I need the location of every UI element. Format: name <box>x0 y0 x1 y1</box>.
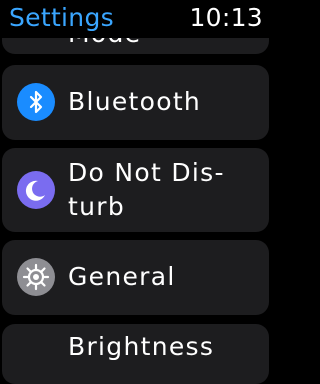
clock-time: 10:13 <box>189 3 263 32</box>
settings-list: Mode Bluetooth Do Not Dis- turb <box>0 0 272 384</box>
settings-row-brightness[interactable]: Brightness <box>2 324 269 384</box>
settings-row-do-not-disturb-label: Do Not Dis- turb <box>68 158 225 221</box>
status-bar: Settings 10:13 <box>0 0 272 38</box>
settings-row-brightness-label: Brightness <box>68 332 215 361</box>
settings-row-bluetooth-label: Bluetooth <box>68 87 202 116</box>
settings-row-do-not-disturb[interactable]: Do Not Dis- turb <box>2 148 269 232</box>
settings-row-general[interactable]: General <box>2 240 269 315</box>
gear-icon <box>17 258 55 296</box>
moon-icon <box>17 171 55 209</box>
page-title[interactable]: Settings <box>9 3 114 33</box>
settings-row-bluetooth[interactable]: Bluetooth <box>2 65 269 140</box>
bluetooth-icon <box>17 83 55 121</box>
settings-row-general-label: General <box>68 262 176 291</box>
